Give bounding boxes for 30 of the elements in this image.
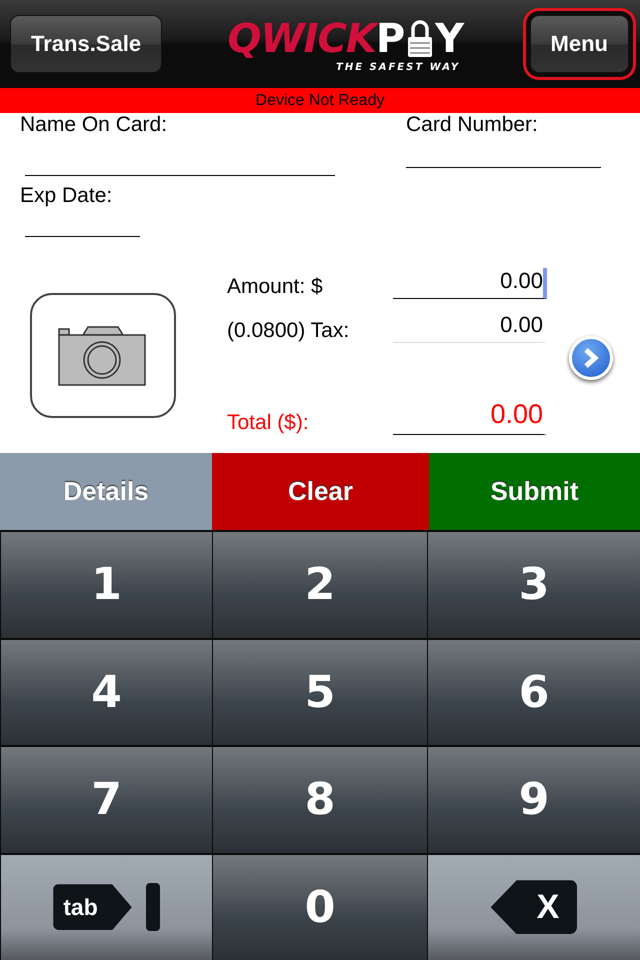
amount-field[interactable]: 0.00 <box>393 399 547 435</box>
chevron-right-icon <box>582 347 600 369</box>
trans-sale-button[interactable]: Trans.Sale <box>10 15 162 73</box>
action-button[interactable]: Clear <box>212 453 429 530</box>
digit-key[interactable]: 9 <box>427 745 640 852</box>
digit-key[interactable]: 1 <box>0 530 212 638</box>
amount-field[interactable]: 0.00 <box>393 268 547 299</box>
digit-key[interactable]: 5 <box>212 638 427 745</box>
action-button[interactable]: Submit <box>429 453 640 530</box>
amount-label: (0.0800) Tax: <box>227 319 350 343</box>
digit-key[interactable]: 4 <box>0 638 212 745</box>
digit-key[interactable]: 0 <box>212 852 427 960</box>
amount-label: Amount: $ <box>227 275 323 299</box>
digit-key[interactable]: 6 <box>427 638 640 745</box>
camera-icon <box>58 324 148 386</box>
amount-label: Total ($): <box>227 411 309 435</box>
digit-key[interactable]: 2 <box>212 530 427 638</box>
field-label: Exp Date: <box>20 184 114 208</box>
field-label: Card Number: <box>406 113 539 137</box>
status-banner: Device Not Ready <box>0 88 640 113</box>
digit-key[interactable]: 3 <box>427 530 640 638</box>
logo: QWICKP Y THE SAFEST WAY <box>227 16 464 72</box>
amount-field[interactable]: 0.00 <box>393 312 547 343</box>
field-label: Name On Card: <box>20 113 168 137</box>
digit-key[interactable]: 7 <box>0 745 212 852</box>
delete-key[interactable]: X <box>427 852 640 960</box>
next-button[interactable] <box>569 336 613 380</box>
digit-key[interactable]: 8 <box>212 745 427 852</box>
camera-button[interactable] <box>30 293 176 418</box>
tab-key[interactable]: tab <box>0 852 212 960</box>
